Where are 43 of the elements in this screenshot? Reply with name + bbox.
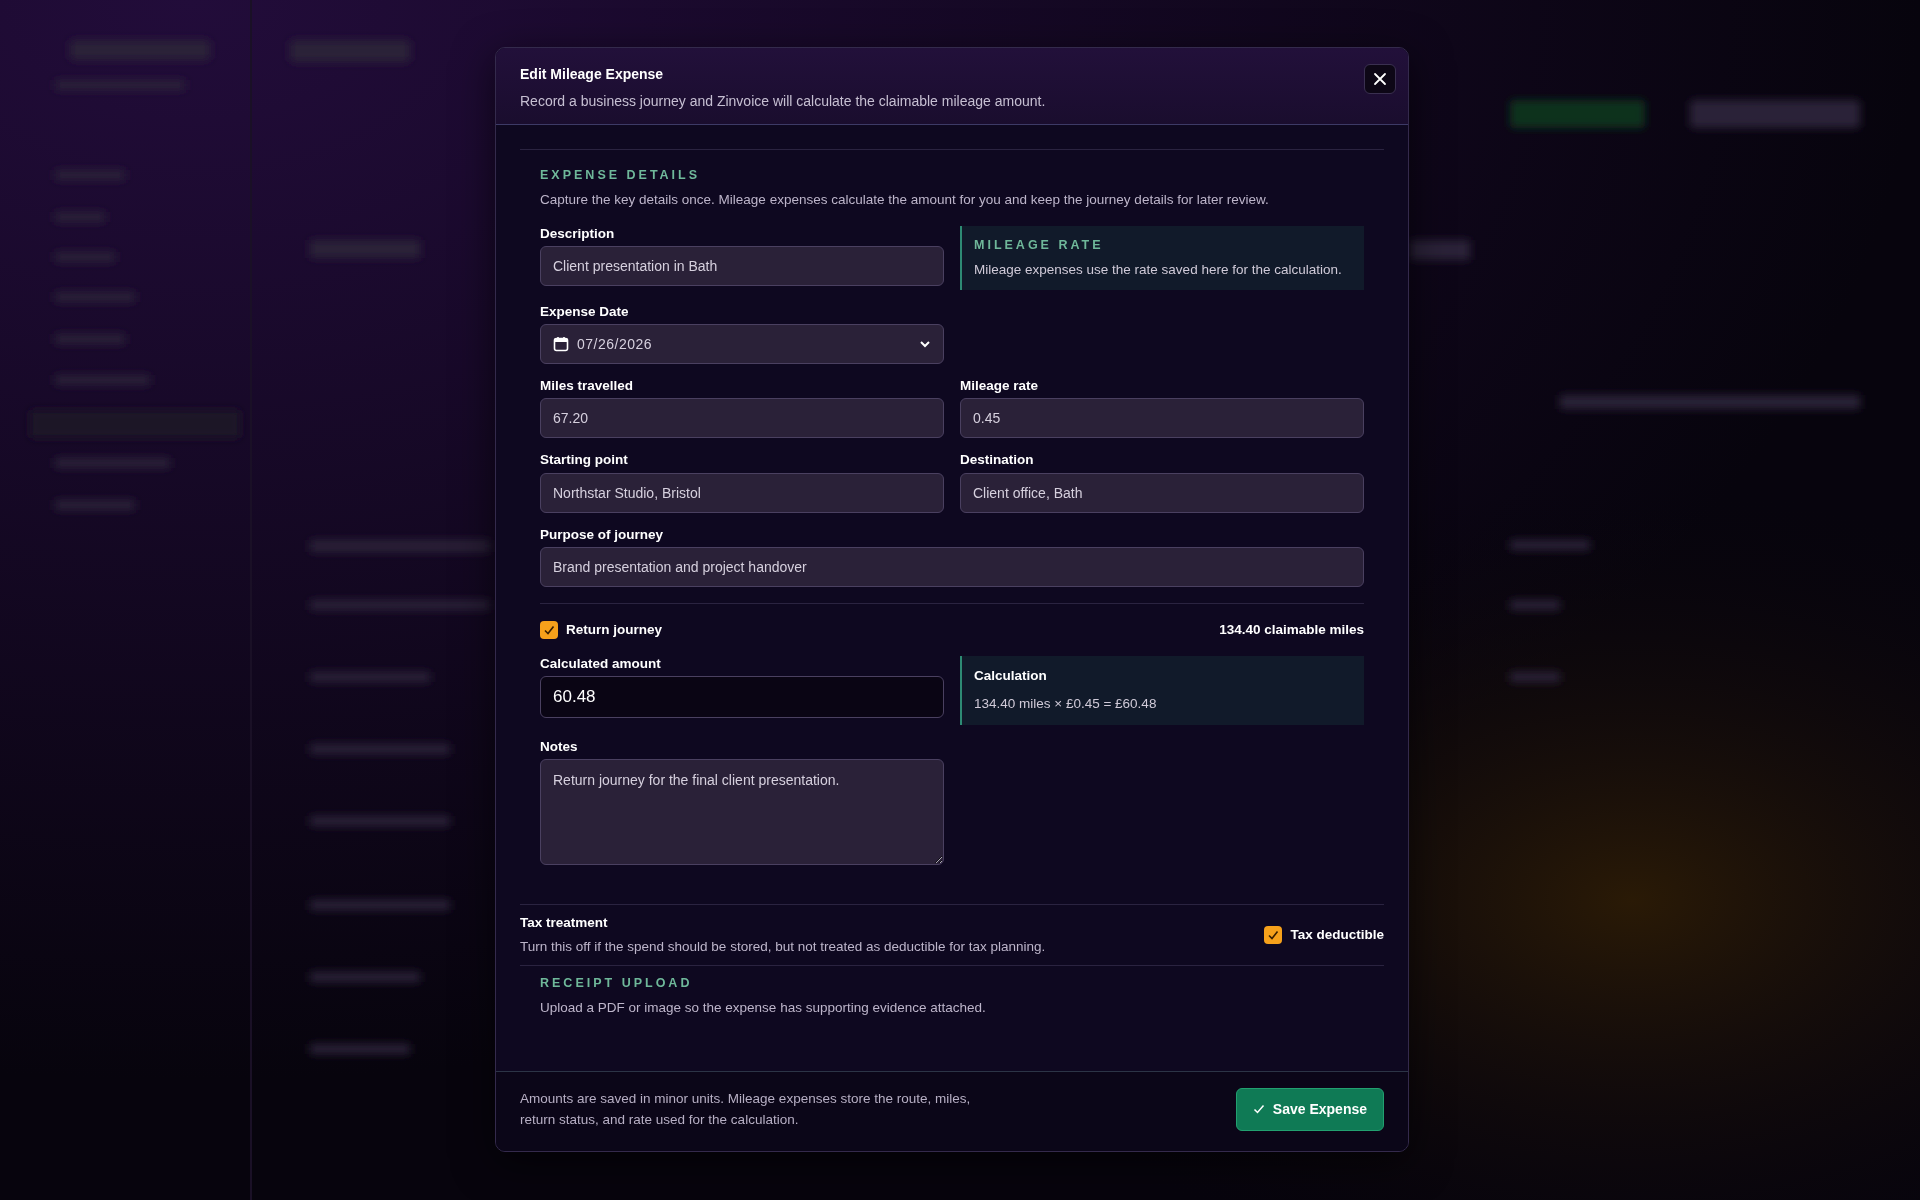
- check-icon: [1252, 1103, 1265, 1116]
- checkbox[interactable]: [540, 620, 558, 639]
- notes-field[interactable]: Return journey for the final client presentation.: [540, 758, 944, 865]
- field-label: Starting point: [540, 452, 629, 469]
- amount-field[interactable]: 60.48: [540, 676, 944, 719]
- section-heading: EXPENSE DETAILS: [540, 167, 702, 184]
- section-description: Capture the key details once. Mileage expenses calculate the amount for you and keep the journey details for later review.: [540, 190, 1270, 209]
- input-field[interactable]: Client office, Bath: [960, 472, 1364, 513]
- claimable-miles: 134.40 claimable miles: [1219, 620, 1364, 639]
- tax-heading: Tax treatment: [520, 913, 609, 932]
- checkbox[interactable]: [1264, 925, 1283, 944]
- save-button[interactable]: Save Expense: [1235, 1087, 1384, 1131]
- checkbox-label: Return journey: [566, 620, 662, 639]
- field-label: Mileage rate: [960, 378, 1040, 395]
- field-label: Calculated amount: [540, 656, 662, 673]
- check-icon: [1267, 928, 1280, 941]
- field-label: Purpose of journey: [540, 526, 665, 543]
- field-label: Description: [540, 226, 616, 243]
- close-icon: [1373, 72, 1387, 86]
- close-button[interactable]: [1364, 64, 1396, 94]
- section-heading: RECEIPT UPLOAD: [540, 975, 694, 993]
- input-field[interactable]: Client presentation in Bath: [540, 246, 944, 287]
- dialog-title: Edit Mileage Expense: [520, 65, 664, 84]
- input-field[interactable]: Northstar Studio, Bristol: [540, 472, 944, 513]
- footer-note: Amounts are saved in minor units. Mileage expenses store the route, miles, return status, and rate used for the calculation.: [520, 1089, 972, 1130]
- field-label: Destination: [960, 452, 1035, 469]
- tax-description: Turn this off if the spend should be stored, but not treated as deductible for tax planning.: [520, 937, 1046, 956]
- input-field[interactable]: 67.20: [540, 398, 944, 439]
- calendar-icon: [553, 336, 569, 353]
- input-field[interactable]: 0.45: [960, 398, 1364, 439]
- check-icon: [543, 623, 555, 636]
- checkbox-label: Tax deductible: [1290, 925, 1384, 944]
- calculation-text: 134.40 miles × £0.45 = £60.48: [974, 695, 1158, 714]
- dialog-subtitle: Record a business journey and Zinvoice will calculate the claimable mileage amount.: [520, 92, 1047, 111]
- info-heading: MILEAGE RATE: [974, 237, 1105, 254]
- info-text: Mileage expenses use the rate saved here for the calculation.: [974, 260, 1343, 279]
- date-field[interactable]: 07/26/2026: [540, 324, 944, 365]
- field-label: Miles travelled: [540, 378, 635, 395]
- calculation-heading: Calculation: [974, 667, 1048, 685]
- field-label: Expense Date: [540, 304, 630, 321]
- input-field[interactable]: Brand presentation and project handover: [540, 546, 1364, 587]
- field-label: Notes: [540, 738, 579, 755]
- section-description: Upload a PDF or image so the expense has supporting evidence attached.: [540, 998, 987, 1017]
